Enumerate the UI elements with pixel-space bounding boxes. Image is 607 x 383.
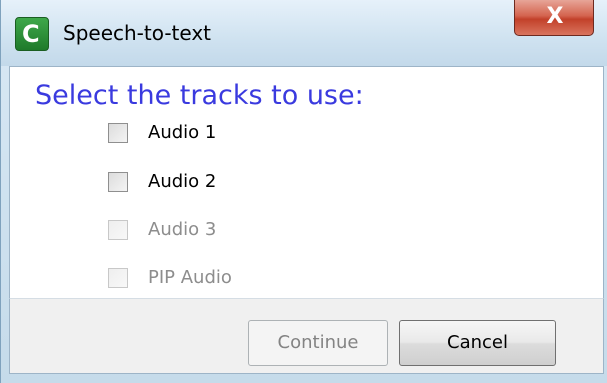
close-button[interactable]: X: [514, 0, 594, 36]
tracks-heading: Select the tracks to use:: [35, 80, 364, 111]
speech-to-text-dialog: C Speech-to-text X Select the tracks to …: [0, 0, 607, 383]
audio-2-label[interactable]: Audio 2: [148, 170, 216, 194]
audio-3-label: Audio 3: [148, 219, 217, 240]
camtasia-app-icon: C: [15, 17, 49, 51]
audio-2-checkbox[interactable]: [108, 172, 128, 192]
audio-3-checkbox: [108, 220, 128, 240]
continue-button: Continue: [248, 320, 388, 366]
window-title: Speech-to-text: [63, 21, 212, 45]
audio-1-checkbox[interactable]: [108, 123, 128, 143]
pip-audio-checkbox: [108, 268, 128, 288]
audio-1-label[interactable]: Audio 1: [148, 121, 216, 145]
title-bar[interactable]: C Speech-to-text X: [1, 0, 607, 66]
close-icon: X: [546, 4, 564, 29]
cancel-button[interactable]: Cancel: [399, 320, 556, 366]
pip-audio-label: PIP Audio: [148, 267, 232, 288]
